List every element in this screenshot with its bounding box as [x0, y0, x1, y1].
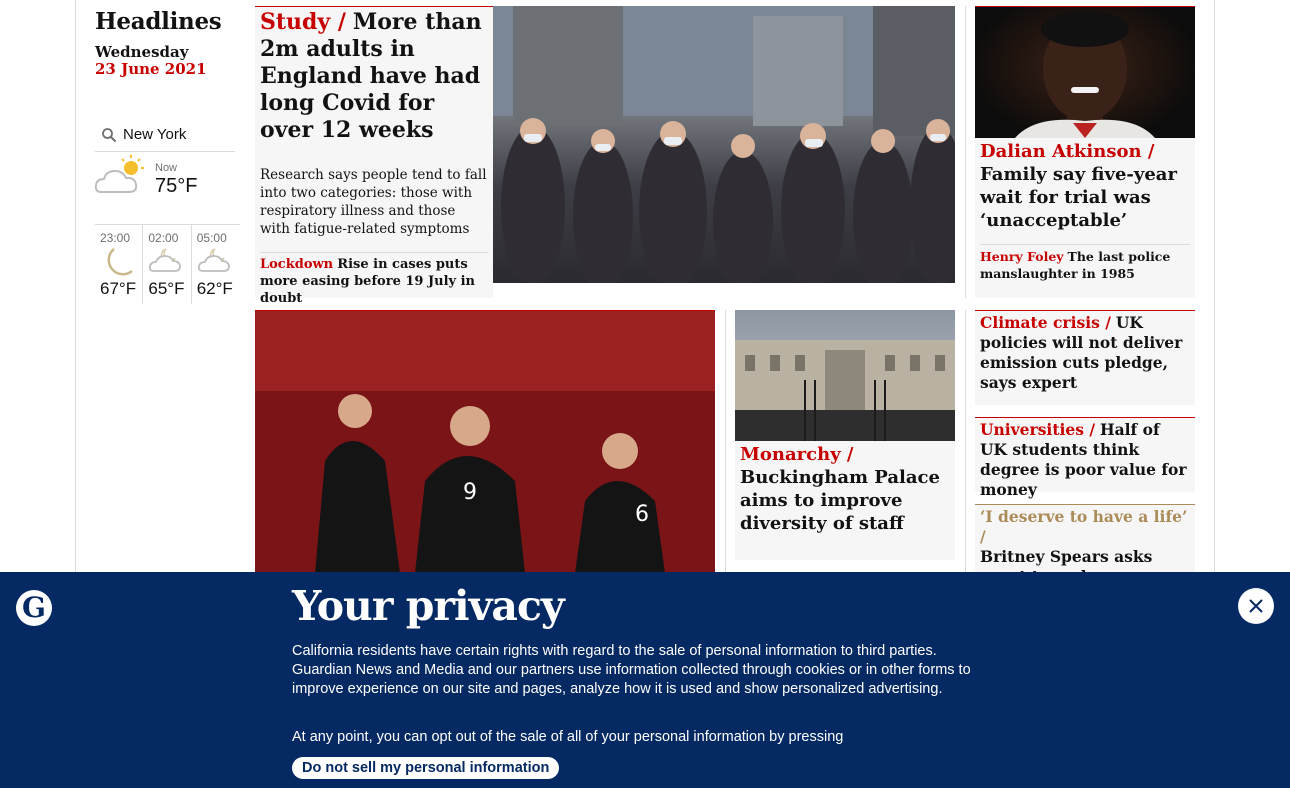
privacy-body-optout: At any point, you can opt out of the sal… [292, 729, 844, 745]
forecast-time: 02:00 [148, 231, 179, 245]
logo-letter: G [22, 591, 46, 624]
forecast-item: 05:00 62°F [192, 225, 240, 304]
buckingham-palace-photo [735, 310, 955, 441]
close-button[interactable] [1238, 588, 1274, 624]
dalian-title: Family say five-year wait for trial was … [980, 164, 1177, 231]
column-divider [965, 6, 966, 298]
forecast-item: 23:00 67°F [95, 225, 144, 304]
forecast-item: 02:00 65°F [143, 225, 192, 304]
britney-kicker: ‘I deserve to have a life’ / [980, 507, 1188, 546]
forecast-temp: 67°F [100, 279, 137, 298]
monarchy-story-card[interactable]: Monarchy / Buckingham Palace aims to imp… [735, 310, 955, 560]
svg-text:9: 9 [463, 480, 477, 505]
weather-location: New York [123, 126, 187, 143]
universities-kicker: Universities / [980, 420, 1096, 439]
forecast-time: 23:00 [100, 231, 131, 245]
section-date: 23 June 2021 [95, 60, 207, 78]
privacy-banner: G Your privacy California residents have… [0, 572, 1290, 788]
cloud-moon-icon [148, 245, 190, 279]
universities-story-card[interactable]: Universities / Half of UK students think… [975, 417, 1195, 499]
weather-now-label: Now [155, 162, 178, 174]
dalian-atkinson-photo [975, 7, 1195, 138]
column-divider [965, 310, 966, 572]
moon-icon [100, 245, 142, 279]
main-story-card[interactable]: Study / More than 2m adults in England h… [255, 6, 493, 306]
monarchy-story-headline[interactable]: Monarchy / Buckingham Palace aims to imp… [735, 441, 955, 537]
forecast-time: 05:00 [196, 231, 227, 245]
main-story-sublink[interactable]: Lockdown Rise in cases puts more easing … [260, 252, 488, 307]
column-divider [725, 310, 726, 572]
monarchy-kicker: Monarchy / [740, 444, 854, 465]
dalian-story-card[interactable]: Dalian Atkinson / Family say five-year w… [975, 6, 1195, 298]
dalian-story-headline[interactable]: Dalian Atkinson / Family say five-year w… [975, 138, 1195, 234]
climate-kicker: Climate crisis / [980, 313, 1111, 332]
privacy-title: Your privacy [292, 582, 565, 630]
main-story-headline[interactable]: Study / More than 2m adults in England h… [260, 9, 488, 144]
weather-forecast: 23:00 67°F 02:00 65°F 05:00 62°F [95, 224, 240, 304]
football-photo[interactable]: 96 [255, 310, 715, 572]
cloud-moon-icon [197, 245, 240, 279]
weather-now-temp: 75°F [155, 175, 198, 197]
climate-story-card[interactable]: Climate crisis / UK policies will not de… [975, 310, 1195, 405]
search-icon [95, 121, 123, 149]
guardian-logo-icon: G [16, 590, 52, 626]
weather-location-search[interactable]: New York [95, 118, 235, 152]
monarchy-title: Buckingham Palace aims to improve divers… [740, 467, 940, 534]
close-icon [1249, 599, 1263, 613]
forecast-temp: 62°F [196, 279, 233, 298]
dalian-sublink[interactable]: Henry Foley The last police manslaughter… [980, 244, 1190, 282]
privacy-body: California residents have certain rights… [292, 643, 971, 697]
partly-cloudy-icon [94, 154, 150, 198]
do-not-sell-button[interactable]: Do not sell my personal information [292, 757, 560, 779]
main-story-standfirst: Research says people tend to fall into t… [260, 167, 487, 237]
dalian-kicker: Dalian Atkinson / [980, 141, 1155, 162]
sublink-kicker: Lockdown [260, 257, 334, 272]
svg-text:6: 6 [635, 502, 649, 527]
section-day: Wednesday [95, 43, 189, 61]
dalian-sublink-kicker: Henry Foley [980, 249, 1064, 264]
section-title: Headlines [95, 8, 222, 35]
forecast-temp: 65°F [148, 279, 185, 298]
main-story-kicker: Study / [260, 9, 346, 35]
britney-story-card[interactable]: ‘I deserve to have a life’ / Britney Spe… [975, 504, 1195, 606]
crowd-photo[interactable] [493, 6, 955, 283]
